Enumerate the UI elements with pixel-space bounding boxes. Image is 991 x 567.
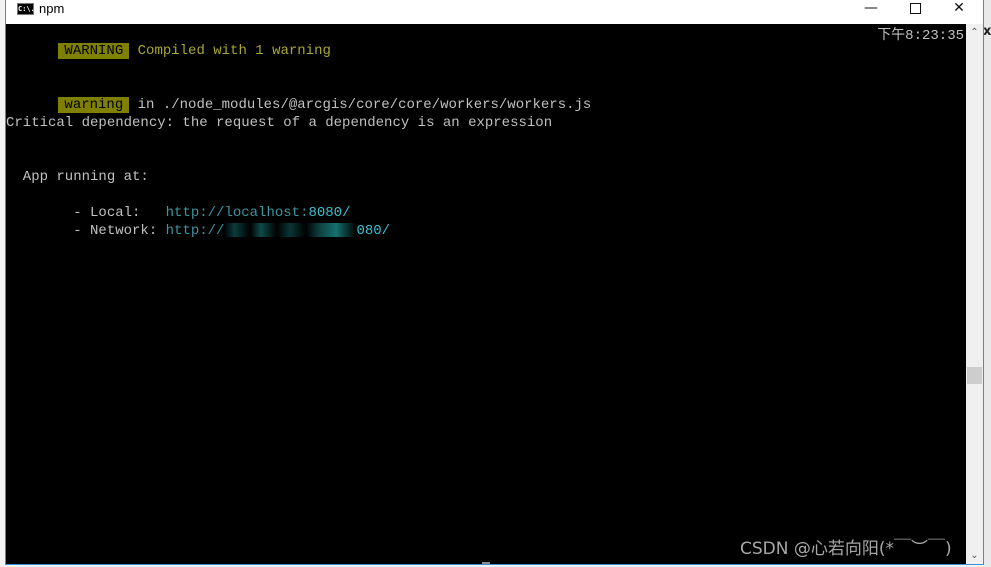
- watermark: CSDN @心若向阳(*￣︶￣): [740, 539, 952, 559]
- network-label: - Network:: [56, 223, 166, 239]
- app-running-line: App running at:: [6, 169, 149, 185]
- network-url-line: - Network: http:// 080/: [6, 204, 390, 258]
- maximize-icon: [909, 3, 921, 14]
- timestamp: 下午8:23:35: [877, 28, 964, 44]
- terminal-window: C:\. npm — ✕ WARNING Compiled with 1 war…: [5, 0, 984, 565]
- scrollbar-thumb[interactable]: [967, 367, 982, 384]
- compile-message: Compiled with 1 warning: [137, 43, 331, 59]
- network-url-port[interactable]: 080/: [356, 223, 390, 239]
- warning-location: in ./node_modules/@arcgis/core/core/work…: [129, 97, 592, 113]
- vertical-scrollbar[interactable]: ⌃ ⌄: [966, 24, 983, 564]
- minimize-button[interactable]: —: [848, 0, 894, 20]
- redacted-ip: [224, 223, 357, 238]
- title-bar[interactable]: C:\. npm — ✕: [6, 0, 983, 24]
- close-button[interactable]: ✕: [936, 0, 982, 20]
- warning-badge: warning: [58, 97, 130, 113]
- scroll-down-arrow-icon[interactable]: ⌄: [966, 547, 983, 564]
- warning-header-badge: WARNING: [58, 43, 130, 59]
- background-window: [984, 0, 991, 567]
- network-url[interactable]: http://: [166, 223, 225, 239]
- window-title: npm: [39, 1, 65, 16]
- maximize-button[interactable]: [892, 0, 938, 20]
- background-close-icon[interactable]: x: [983, 24, 991, 39]
- horizontal-scrollbar-thumb[interactable]: [482, 562, 490, 564]
- console-output[interactable]: WARNING Compiled with 1 warning 下午8:23:3…: [6, 24, 966, 564]
- scroll-up-arrow-icon[interactable]: ⌃: [966, 24, 983, 41]
- cmd-icon: C:\.: [17, 3, 35, 15]
- critical-dependency-line: Critical dependency: the request of a de…: [6, 115, 553, 131]
- compile-status-line: WARNING Compiled with 1 warning: [8, 24, 331, 78]
